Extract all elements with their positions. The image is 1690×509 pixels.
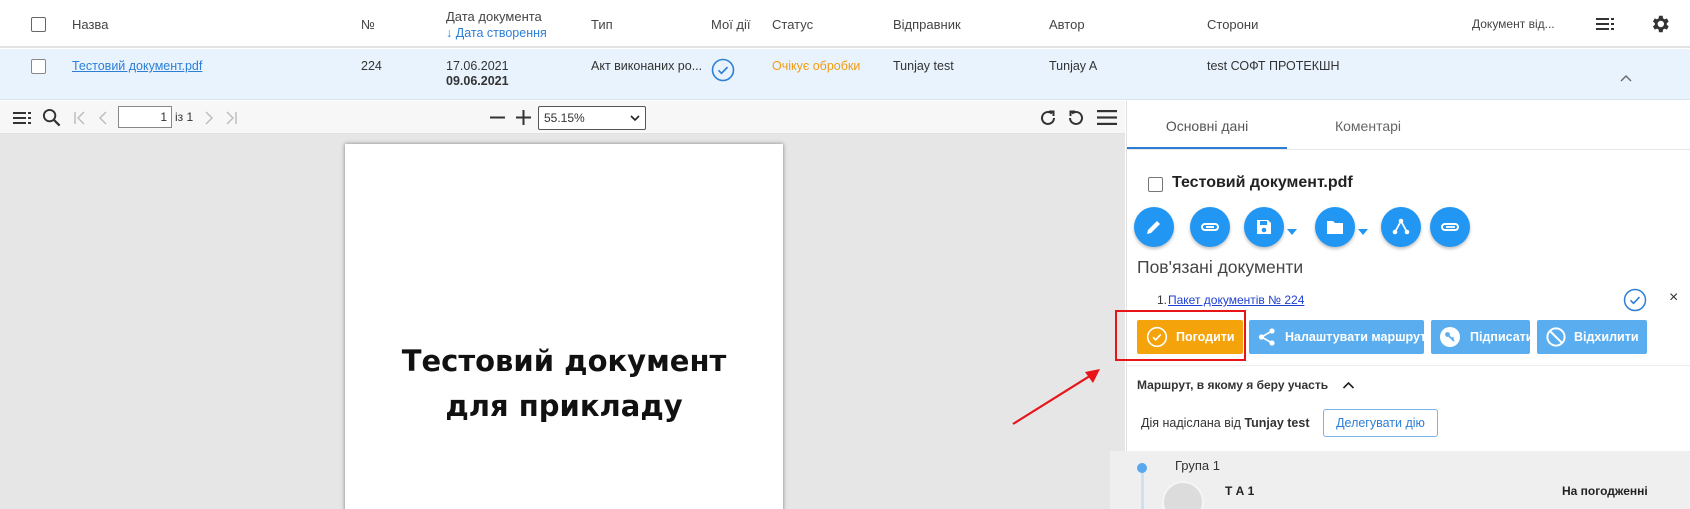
related-doc-link[interactable]: Пакет документів № 224 (1168, 293, 1304, 307)
column-document-from-header[interactable]: Документ від... (1472, 17, 1555, 31)
attach-icon (1441, 223, 1459, 231)
document-details-panel: Основні дані Коментарі Тестовий документ… (1126, 101, 1690, 509)
action-sent-from: Дія надіслана від Tunjay test (1141, 416, 1310, 430)
column-menu-icon[interactable] (1596, 17, 1616, 31)
highlight-box (1115, 310, 1246, 361)
key-icon (1440, 327, 1460, 347)
route-member-status: На погодженні (1562, 484, 1648, 498)
row-status: Очікує обробки (772, 59, 861, 73)
row-document-name-link[interactable]: Тестовий документ.pdf (72, 59, 202, 73)
table-row[interactable]: Тестовий документ.pdf 224 17.06.2021 09.… (0, 49, 1690, 100)
settings-gear-icon[interactable] (1649, 13, 1671, 35)
zoom-select[interactable]: 55.15% (538, 106, 646, 130)
pdf-canvas-area[interactable]: Тестовий документ для прикладу (0, 134, 1125, 509)
reject-button[interactable]: Відхилити (1537, 320, 1647, 354)
save-button[interactable] (1244, 207, 1284, 247)
column-name-header[interactable]: Назва (72, 17, 108, 32)
column-author-header[interactable]: Автор (1049, 17, 1085, 32)
search-icon[interactable] (42, 108, 61, 127)
column-sender-header[interactable]: Відправник (893, 17, 961, 32)
next-page-icon[interactable] (203, 111, 215, 125)
zoom-out-icon[interactable] (489, 109, 506, 126)
pdf-viewer-toolbar: 1 із 1 55.15% (0, 101, 1125, 134)
column-parties-header[interactable]: Сторони (1207, 17, 1258, 32)
row-type: Акт виконаних ро... (591, 59, 703, 73)
tab-main-data[interactable]: Основні дані (1127, 101, 1287, 149)
link-icon (1201, 223, 1219, 231)
block-icon (1546, 327, 1566, 347)
route-icon (1392, 218, 1410, 235)
column-created-date-sort[interactable]: ↓ Дата створення (446, 26, 547, 40)
zoom-in-icon[interactable] (515, 109, 532, 126)
save-dropdown-caret-icon[interactable] (1287, 229, 1297, 235)
route-member-name: Т А 1 (1225, 484, 1255, 498)
table-header: Назва № Дата документа ↓ Дата створення … (0, 0, 1690, 48)
route-group-title: Група 1 (1175, 458, 1221, 473)
edit-icon (1147, 221, 1160, 234)
action-sent-from-name: Tunjay test (1244, 416, 1310, 430)
rotate-cw-icon[interactable] (1038, 108, 1058, 128)
row-number: 224 (361, 59, 382, 73)
annotation-arrow (1012, 369, 1100, 425)
avatar (1162, 481, 1204, 509)
save-icon (1257, 220, 1271, 234)
configure-route-label: Налаштувати маршрут (1285, 330, 1427, 344)
route-button[interactable] (1381, 207, 1421, 247)
column-status-header[interactable]: Статус (772, 17, 813, 32)
row-created-date: 09.06.2021 (446, 74, 509, 88)
related-doc-index: 1. (1157, 293, 1168, 307)
tab-comments[interactable]: Коментарі (1287, 101, 1449, 149)
last-page-icon[interactable] (224, 111, 238, 125)
first-page-icon[interactable] (73, 111, 87, 125)
sign-button[interactable]: Підписати (1431, 320, 1534, 354)
folder-dropdown-caret-icon[interactable] (1358, 229, 1368, 235)
chevron-down-icon (630, 115, 640, 122)
column-number-header[interactable]: № (361, 17, 375, 32)
related-documents-heading: Пов'язані документи (1137, 257, 1304, 277)
edit-button[interactable] (1134, 207, 1174, 247)
zoom-value: 55.15% (544, 111, 585, 125)
document-title: Тестовий документ.pdf (1172, 174, 1353, 191)
delegate-action-button[interactable]: Делегувати дію (1323, 409, 1438, 437)
column-type-header[interactable]: Тип (591, 17, 613, 32)
row-checkbox[interactable] (31, 59, 46, 74)
route-group-area: Група 1 Т А 1 На погодженні (1110, 451, 1690, 509)
page-count-label: із 1 (175, 110, 194, 124)
tabs-divider (1127, 149, 1690, 150)
sidebar-toggle-icon[interactable] (13, 111, 33, 125)
pdf-page: Тестовий документ для прикладу (345, 144, 783, 509)
row-doc-date: 17.06.2021 (446, 59, 509, 73)
share-icon (1258, 328, 1275, 346)
related-doc-remove-button[interactable]: × (1669, 289, 1678, 307)
configure-route-button[interactable]: Налаштувати маршрут (1249, 320, 1427, 354)
related-doc-check-icon[interactable] (1623, 288, 1647, 312)
folder-button[interactable] (1315, 207, 1355, 247)
row-author: Tunjay A (1049, 59, 1098, 73)
row-my-action-check-icon[interactable] (711, 58, 735, 82)
row-sender: Tunjay test (893, 59, 954, 73)
chevron-up-icon[interactable] (1619, 73, 1633, 83)
page-number-input[interactable]: 1 (118, 106, 172, 128)
link-button[interactable] (1190, 207, 1230, 247)
tools-menu-icon[interactable] (1097, 109, 1117, 126)
row-parties: test СОФТ ПРОТЕКШН (1207, 59, 1340, 73)
sign-button-label: Підписати (1470, 330, 1534, 344)
route-collapse-chevron-icon[interactable] (1342, 380, 1355, 390)
actions-divider (1127, 365, 1690, 366)
pdf-page-text-line1: Тестовий документ (401, 344, 727, 378)
document-select-checkbox[interactable] (1148, 177, 1163, 192)
select-all-checkbox[interactable] (31, 17, 46, 32)
reject-button-label: Відхилити (1574, 330, 1639, 344)
pdf-page-text-line2: для прикладу (445, 389, 683, 423)
column-my-actions-header[interactable]: Мої дії (711, 17, 751, 32)
route-section-heading[interactable]: Маршрут, в якому я беру участь (1137, 378, 1328, 392)
timeline-dot (1137, 463, 1147, 473)
folder-icon (1327, 221, 1343, 234)
action-sent-prefix: Дія надіслана від (1141, 416, 1241, 430)
rotate-ccw-icon[interactable] (1066, 108, 1086, 128)
attach-button[interactable] (1430, 207, 1470, 247)
column-doc-date-header[interactable]: Дата документа (446, 9, 542, 24)
prev-page-icon[interactable] (97, 111, 109, 125)
